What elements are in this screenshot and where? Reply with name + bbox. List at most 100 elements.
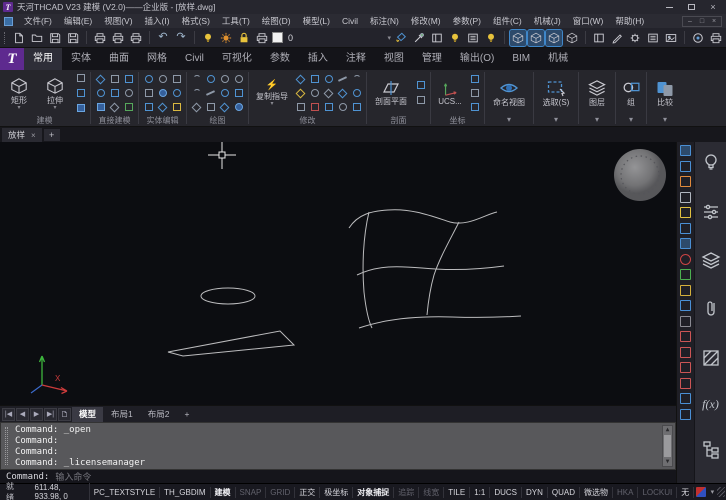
tool-icon[interactable] bbox=[322, 101, 335, 114]
toggle-workspace[interactable]: 建模 bbox=[211, 487, 236, 498]
thcad-logo-icon[interactable]: T bbox=[0, 48, 24, 70]
tool-icon[interactable] bbox=[294, 101, 307, 114]
attachments-button[interactable] bbox=[701, 299, 721, 321]
undo-button[interactable]: ↶ bbox=[155, 30, 171, 46]
dim-continue-icon[interactable] bbox=[680, 378, 691, 389]
tool-icon[interactable] bbox=[190, 101, 203, 114]
section-plane-button[interactable]: 剖面平面 bbox=[370, 80, 412, 107]
leader-icon[interactable] bbox=[680, 285, 691, 296]
tab-home[interactable]: 常用 bbox=[24, 48, 62, 70]
color-swatch[interactable] bbox=[272, 32, 283, 43]
first-tab-button[interactable]: |◀ bbox=[2, 408, 15, 421]
tool-icon[interactable] bbox=[218, 87, 231, 100]
layer-plot-button[interactable] bbox=[254, 30, 270, 46]
center-mark-icon[interactable] bbox=[680, 409, 691, 420]
dim-baseline-icon[interactable] bbox=[680, 362, 691, 373]
tool-icon[interactable] bbox=[156, 87, 169, 100]
tool-icon[interactable] bbox=[294, 87, 307, 100]
help-button[interactable] bbox=[690, 30, 706, 46]
tool-icon[interactable] bbox=[122, 101, 135, 114]
menu-item-modify[interactable]: 修改(M) bbox=[405, 15, 447, 27]
print-button[interactable] bbox=[708, 30, 724, 46]
tool-icon[interactable] bbox=[108, 73, 121, 86]
tool-icon[interactable] bbox=[156, 73, 169, 86]
tool-icon[interactable] bbox=[350, 101, 363, 114]
toggle-dimstyle[interactable]: TH_GBDIM bbox=[160, 487, 210, 498]
dim-linear-icon[interactable] bbox=[680, 300, 691, 311]
tool-icon[interactable] bbox=[414, 94, 427, 107]
paint-bucket-button[interactable] bbox=[393, 30, 409, 46]
new-document-tab-button[interactable]: + bbox=[44, 129, 60, 141]
toggle-ducs[interactable]: DUCS bbox=[490, 487, 522, 498]
tool-icon[interactable] bbox=[204, 101, 217, 114]
tool-icon[interactable] bbox=[350, 87, 363, 100]
tab-manage[interactable]: 管理 bbox=[413, 48, 451, 70]
toggle-snap[interactable]: SNAP bbox=[236, 487, 267, 498]
ucs-button[interactable]: UCS... bbox=[434, 81, 466, 106]
toolbar-grip[interactable] bbox=[4, 32, 7, 44]
tool-icon[interactable] bbox=[468, 101, 481, 114]
tab-insert[interactable]: 插入 bbox=[299, 48, 337, 70]
menu-item-draw[interactable]: 绘图(D) bbox=[256, 15, 297, 27]
close-tab-icon[interactable]: × bbox=[31, 131, 36, 140]
tool-icon[interactable] bbox=[190, 73, 203, 86]
chevron-down-icon[interactable]: ▾ bbox=[387, 34, 391, 42]
save-as-button[interactable] bbox=[65, 30, 81, 46]
tool-icon[interactable] bbox=[204, 73, 217, 86]
extrude-button[interactable]: 拉伸 ▾ bbox=[38, 77, 72, 110]
render-button[interactable] bbox=[663, 30, 679, 46]
structure-panel-button[interactable] bbox=[645, 30, 661, 46]
align-icon[interactable] bbox=[680, 393, 691, 404]
tool-icon[interactable] bbox=[74, 86, 87, 99]
menu-item-edit[interactable]: 编辑(E) bbox=[58, 15, 98, 27]
toggle-polar[interactable]: 极坐标 bbox=[320, 487, 353, 498]
menu-item-help[interactable]: 帮助(H) bbox=[609, 15, 650, 27]
layer-walk-button[interactable] bbox=[483, 30, 499, 46]
filter-icon[interactable] bbox=[680, 223, 691, 234]
chevron-down-icon[interactable]: ▾ bbox=[708, 488, 718, 496]
menu-item-insert[interactable]: 插入(I) bbox=[139, 15, 176, 27]
last-tab-button[interactable]: ▶| bbox=[44, 408, 57, 421]
command-input-line[interactable]: Command: 输入命令 bbox=[0, 470, 676, 483]
scrollbar-thumb[interactable] bbox=[664, 435, 671, 457]
layer-isolate-button[interactable] bbox=[447, 30, 463, 46]
tool-icon[interactable] bbox=[232, 101, 245, 114]
menu-item-mechanical[interactable]: 机械(J) bbox=[528, 15, 567, 27]
toggle-grid[interactable]: GRID bbox=[266, 487, 295, 498]
view-iso-sw-button[interactable] bbox=[564, 30, 580, 46]
tool-icon[interactable] bbox=[74, 71, 87, 84]
open-file-button[interactable] bbox=[29, 30, 45, 46]
tool-icon[interactable] bbox=[468, 73, 481, 86]
adjust-sliders-button[interactable] bbox=[701, 201, 721, 223]
toggle-textstyle[interactable]: PC_TEXTSTYLE bbox=[90, 487, 160, 498]
layer-on-button[interactable] bbox=[200, 30, 216, 46]
toggle-quad[interactable]: QUAD bbox=[548, 487, 580, 498]
new-file-button[interactable] bbox=[11, 30, 27, 46]
tab-output[interactable]: 输出(O) bbox=[451, 48, 503, 70]
structure-tree-button[interactable] bbox=[701, 439, 721, 461]
save-button[interactable] bbox=[47, 30, 63, 46]
tool-icon[interactable] bbox=[170, 87, 183, 100]
tool-icon[interactable] bbox=[308, 87, 321, 100]
scroll-up-icon[interactable]: ▲ bbox=[666, 426, 670, 434]
tool-icon[interactable] bbox=[108, 101, 121, 114]
panel-expander[interactable]: ▾ bbox=[582, 115, 612, 126]
menu-item-window[interactable]: 窗口(W) bbox=[567, 15, 610, 27]
menu-item-components[interactable]: 组件(C) bbox=[487, 15, 528, 27]
drawing-canvas[interactable]: X bbox=[0, 142, 676, 405]
toggle-none[interactable]: 无 bbox=[677, 487, 694, 498]
compare-button[interactable]: 比较 bbox=[650, 79, 680, 108]
tool-icon[interactable] bbox=[122, 87, 135, 100]
tool-icon[interactable] bbox=[170, 73, 183, 86]
tool-icon[interactable] bbox=[170, 101, 183, 114]
layer-name-value[interactable]: 0 bbox=[285, 33, 296, 43]
light-bulb-button[interactable] bbox=[701, 152, 721, 174]
layers-panel-button[interactable] bbox=[701, 250, 721, 272]
resize-grip[interactable] bbox=[717, 487, 725, 497]
minimize-button[interactable] bbox=[663, 2, 675, 13]
tool-icon[interactable] bbox=[294, 73, 307, 86]
properties-panel-button[interactable] bbox=[591, 30, 607, 46]
menu-item-tools[interactable]: 工具(T) bbox=[216, 15, 256, 27]
document-tab-fangyang[interactable]: 放样 × bbox=[2, 128, 42, 142]
tool-icon[interactable] bbox=[142, 87, 155, 100]
